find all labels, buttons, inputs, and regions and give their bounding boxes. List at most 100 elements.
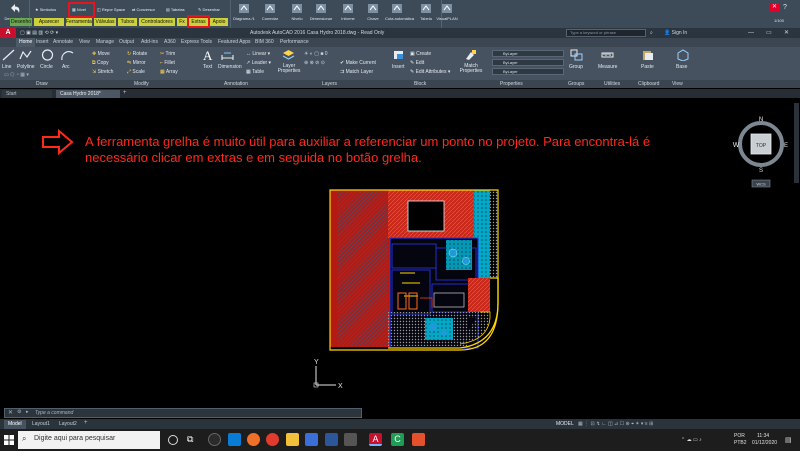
linetype-dropdown[interactable]: ByLayer xyxy=(492,59,564,66)
autocad-taskbar-icon[interactable]: A xyxy=(369,433,382,446)
tray-icons[interactable]: ⌃ ☁ ▭ ♪ xyxy=(681,437,702,443)
keyboard-layout[interactable]: PTB2 xyxy=(734,440,747,446)
panel-label-modify[interactable]: Modify xyxy=(134,80,149,88)
layer-state-icons[interactable]: ☀ ◐ ▢ ■ 0 xyxy=(304,51,328,57)
doc-tab-start[interactable]: Start xyxy=(2,90,52,98)
search-icon[interactable]: ⌕ xyxy=(650,28,653,38)
taskbar-search-input[interactable]: Digite aqui para pesquisar xyxy=(34,435,115,442)
autocad-logo[interactable]: A xyxy=(0,28,16,38)
help-icon[interactable]: ? xyxy=(783,3,795,12)
make-current-button[interactable]: ✔ Make Current xyxy=(340,60,376,66)
navigation-bar[interactable] xyxy=(794,103,799,183)
help-exchange-icon[interactable]: ✕ xyxy=(770,3,779,12)
ribbon-tab-express-tools[interactable]: Express Tools xyxy=(181,38,212,47)
keyboard-language[interactable]: POR xyxy=(734,433,745,439)
taskbar-search-box[interactable]: ⌕ Digite aqui para pesquisar xyxy=(18,431,160,449)
ribbon-tab-annotate[interactable]: Annotate xyxy=(53,38,73,47)
plugin-tabelas-button[interactable]: ▤ Tabelas xyxy=(166,7,185,12)
close-button[interactable]: ✕ xyxy=(784,28,789,38)
cortana-icon[interactable] xyxy=(168,435,178,445)
panel-label-groups[interactable]: Groups xyxy=(568,80,584,88)
file-explorer-icon[interactable] xyxy=(286,433,299,446)
plugin-button-2[interactable]: Nivelo xyxy=(285,16,309,21)
match-properties-button[interactable]: Match Properties xyxy=(458,64,484,74)
plugin-button-3[interactable]: Dimensionar xyxy=(309,16,333,21)
minimize-button[interactable]: — xyxy=(748,28,754,38)
fillet-button[interactable]: ⌐ Fillet xyxy=(160,60,175,66)
skype-icon[interactable] xyxy=(228,433,241,446)
app-icon[interactable] xyxy=(412,433,425,446)
draw-extra-icons[interactable]: ▭ ⬠ ◔ ▦ ▾ xyxy=(4,72,29,78)
plugin-conversor-button[interactable]: ⇄ Conversor xyxy=(132,7,155,12)
group-button[interactable]: Group xyxy=(569,64,583,70)
panel-label-annotation[interactable]: Annotation xyxy=(224,80,248,88)
leader-button[interactable]: ↗ Leader ▾ xyxy=(246,60,271,66)
layer-tools-icons[interactable]: ⊕ ⊗ ⊘ ⊙ xyxy=(304,60,325,66)
command-close-icon[interactable]: ✕ xyxy=(8,409,13,416)
command-settings-icon[interactable]: ⚙ xyxy=(17,409,21,415)
scale-button[interactable]: ⤢ Scale xyxy=(127,69,145,75)
model-space-button[interactable]: MODEL xyxy=(556,420,574,429)
firefox-icon[interactable] xyxy=(247,433,260,446)
rotate-button[interactable]: ↻ Rotate xyxy=(127,51,147,57)
new-tab-icon[interactable]: + xyxy=(123,90,127,96)
doc-tab-casa-hydro[interactable]: Casa Hydro 2018* xyxy=(56,90,120,98)
panel-label-view[interactable]: View xyxy=(672,80,683,88)
windows-start-icon[interactable] xyxy=(4,435,14,445)
chrome-icon[interactable] xyxy=(266,433,279,446)
command-input[interactable]: Type a command xyxy=(35,410,73,416)
ribbon-tab-manage[interactable]: Manage xyxy=(96,38,114,47)
camtasia-icon[interactable]: C xyxy=(391,433,404,446)
layout-tab-model[interactable]: Model xyxy=(4,420,26,429)
plugin-tab-controladores[interactable]: Controladores xyxy=(139,18,175,26)
plugin-tab-valvulas[interactable]: Válvulas xyxy=(94,18,116,26)
quick-access-icons[interactable]: ▢ ▣ ▤ ▥ ⟲ ⟳ ▾ xyxy=(20,28,58,38)
ribbon-tab-home[interactable]: Home xyxy=(16,38,36,47)
plugin-button-6[interactable]: Cota automática xyxy=(385,16,414,21)
text-button[interactable]: Text xyxy=(203,64,212,70)
panel-label-clipboard[interactable]: Clipboard xyxy=(638,80,659,88)
ribbon-tab-insert[interactable]: Insert xyxy=(36,38,49,47)
ribbon-tab-output[interactable]: Output xyxy=(119,38,134,47)
lineweight-dropdown[interactable]: ByLayer xyxy=(492,68,564,75)
plugin-button-1[interactable]: Conectar xyxy=(258,16,282,21)
ribbon-tab-performance[interactable]: Performance xyxy=(280,38,309,47)
color-dropdown[interactable]: ByLayer xyxy=(492,50,564,57)
mirror-button[interactable]: ⇋ Mirror xyxy=(127,60,146,66)
plugin-tab-apoio[interactable]: Apoio xyxy=(210,18,228,26)
clock-time[interactable]: 11:34 xyxy=(757,433,769,439)
maximize-button[interactable]: ▭ xyxy=(766,28,772,38)
copy-button[interactable]: ⧉ Copy xyxy=(92,60,109,66)
plugin-tab-ferramentas[interactable]: Ferramentas xyxy=(66,18,92,26)
notification-icon[interactable]: ▤ xyxy=(785,436,792,444)
line-button[interactable]: Line xyxy=(2,64,11,70)
stretch-button[interactable]: ⇲ Stretch xyxy=(92,69,113,75)
trim-button[interactable]: ✂ Trim xyxy=(160,51,175,57)
plugin-tab-desenho[interactable]: Desenho xyxy=(10,18,32,26)
circle-button[interactable]: Circle xyxy=(40,64,53,70)
add-layout-icon[interactable]: + xyxy=(84,420,88,426)
plugin-tab-fx[interactable]: Fx xyxy=(177,18,187,26)
polyline-button[interactable]: Polyline xyxy=(17,64,35,70)
task-view-icon[interactable]: ⧉ xyxy=(187,433,200,446)
plugin-button-4[interactable]: Informe xyxy=(336,16,360,21)
insert-button[interactable]: Insert xyxy=(392,64,405,70)
app-icon[interactable] xyxy=(344,433,357,446)
base-button[interactable]: Base xyxy=(676,64,687,70)
move-button[interactable]: ✥ Move xyxy=(92,51,110,57)
measure-button[interactable]: Measure xyxy=(598,64,617,70)
word-icon[interactable] xyxy=(325,433,338,446)
panel-label-block[interactable]: Block xyxy=(414,80,426,88)
ribbon-tab-view[interactable]: View xyxy=(79,38,90,47)
help-search-input[interactable]: Type a keyword or phrase xyxy=(566,29,646,37)
layout-tab-layout2[interactable]: Layout2 xyxy=(55,420,81,429)
create-block-button[interactable]: ▣ Create xyxy=(410,51,431,57)
status-toggle-icons[interactable]: ▦ ⋮ ⊡ ↯ ∟ ◫ ⊿ ☐ ⊕ ⌖ ✶ ▾ ≡ ⊞ xyxy=(578,420,653,429)
plugin-button-8[interactable]: VisualPLAN xyxy=(435,16,459,21)
plugin-repor-button[interactable]: ◫ Repor Space xyxy=(97,7,125,12)
table-button[interactable]: ▦ Table xyxy=(246,69,264,75)
plugin-tab-tubos[interactable]: Tubos xyxy=(118,18,137,26)
command-line[interactable]: ✕ ⚙ ▸ Type a command xyxy=(4,408,362,418)
dimension-button[interactable]: Dimension xyxy=(218,64,242,70)
panel-label-utilities[interactable]: Utilities xyxy=(604,80,620,88)
